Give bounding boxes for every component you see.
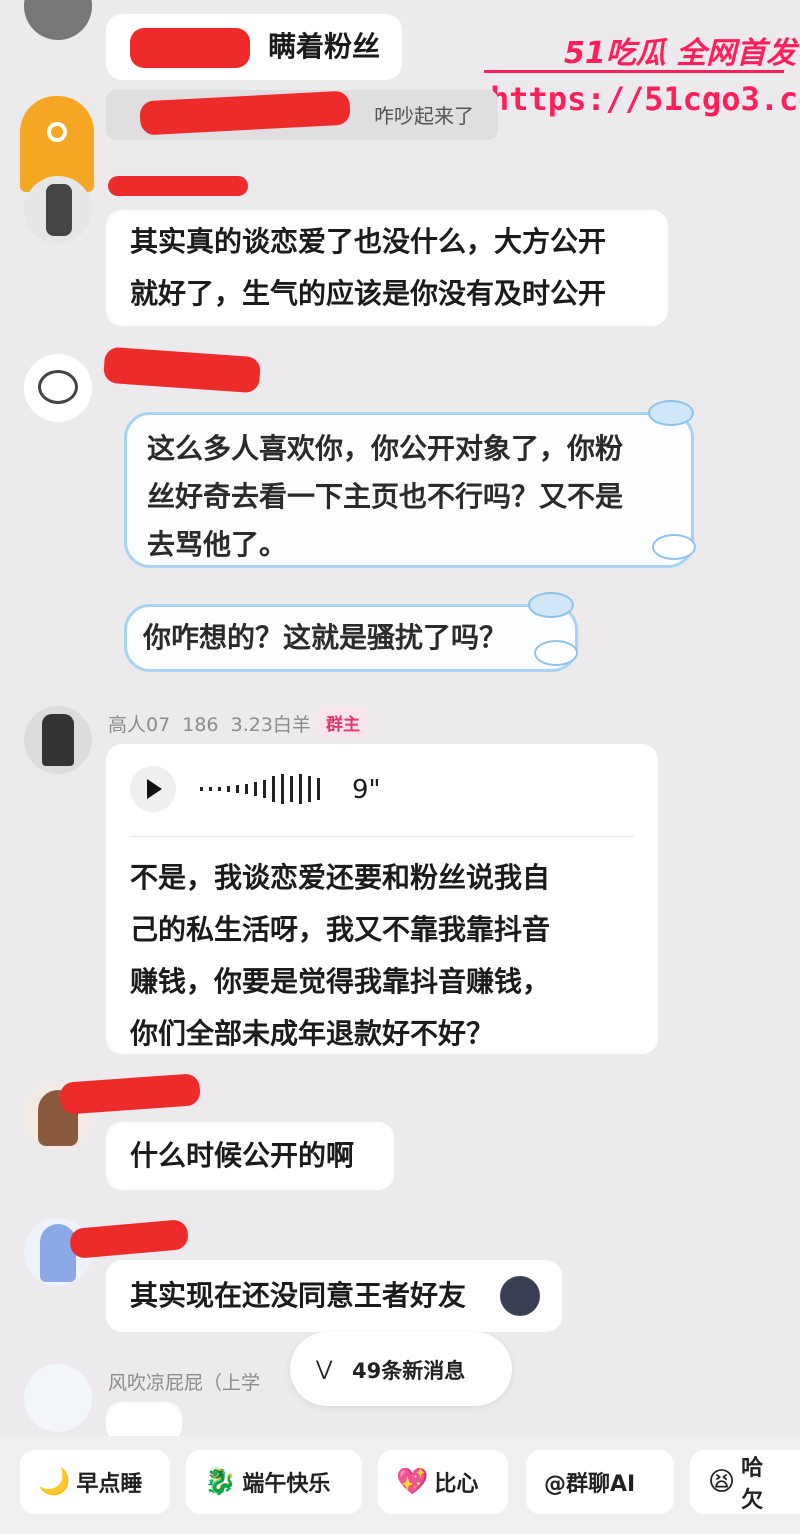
message-bubble[interactable]: 什么时候公开的啊: [106, 1122, 394, 1190]
seal-icon: [534, 640, 578, 666]
quick-reply-chip[interactable]: 😫 哈欠: [690, 1450, 800, 1514]
dragon-icon: 🐉: [204, 1467, 237, 1497]
quick-reply-label: 比心: [434, 1472, 479, 1497]
door-knob-icon: [47, 122, 67, 142]
quick-reply-label: 哈欠: [741, 1456, 764, 1513]
redaction-mark: [108, 176, 248, 196]
emoji-icon: [500, 1276, 540, 1316]
sender-name: 风吹凉屁屁（上学: [108, 1372, 261, 1394]
message-line: 其实真的谈恋爱了也没什么，大方公开: [130, 225, 607, 258]
avatar-figure-icon: [40, 1224, 76, 1282]
yawn-icon: 😫: [708, 1467, 736, 1497]
avatar-figure-icon: [46, 184, 72, 236]
message-bubble[interactable]: 你咋想的？这就是骚扰了吗？: [124, 604, 578, 672]
avatar[interactable]: [24, 176, 92, 244]
play-icon: [147, 779, 162, 799]
message-line: 你咋想的？这就是骚扰了吗？: [143, 621, 508, 654]
message-text: 什么时候公开的啊: [130, 1139, 355, 1172]
watermark-brand: 51吃瓜 全网首发: [564, 36, 797, 71]
redaction-mark: [68, 1218, 190, 1260]
message-line: 丝好奇去看一下主页也不行吗？又不是: [147, 480, 624, 513]
message-bubble[interactable]: 其实真的谈恋爱了也没什么，大方公开 就好了，生气的应该是你没有及时公开: [106, 210, 668, 326]
message-bubble[interactable]: 其实现在还没同意王者好友: [106, 1260, 562, 1332]
chevron-down-icon: ⋁: [316, 1356, 333, 1380]
message-line: 己的私生活呀，我又不靠我靠抖音: [130, 913, 551, 946]
play-button[interactable]: [130, 766, 176, 812]
quick-reply-chip[interactable]: @群聊AI: [526, 1450, 674, 1514]
message-line: 你们全部未成年退款好不好？: [130, 1017, 495, 1050]
avatar[interactable]: [24, 706, 92, 774]
redaction-mark: [59, 1073, 201, 1115]
quick-reply-chip[interactable]: 💖 比心: [378, 1450, 508, 1514]
reply-quote-text: 咋吵起来了: [374, 104, 474, 128]
avatar[interactable]: [24, 1364, 92, 1432]
quick-reply-chip[interactable]: 🐉 端午快乐: [186, 1450, 362, 1514]
watermark-url: https://51cgo3.com: [490, 80, 800, 118]
redaction-mark: [130, 28, 250, 68]
message-line: 赚钱，你要是觉得我靠抖音赚钱，: [130, 965, 551, 998]
voice-duration: 9": [352, 775, 381, 805]
message-line: 这么多人喜欢你，你公开对象了，你粉: [147, 432, 624, 465]
fish-icon: [528, 592, 574, 618]
message-line: 去骂他了。: [147, 528, 288, 561]
owner-badge: 群主: [318, 708, 368, 737]
fish-icon: [648, 400, 694, 426]
message-line: 就好了，生气的应该是你没有及时公开: [130, 277, 607, 310]
message-text: 瞒着粉丝: [267, 30, 380, 63]
quick-reply-label: 端午快乐: [242, 1472, 331, 1497]
bear-face-icon: [38, 370, 78, 404]
heart-hand-icon: 💖: [396, 1467, 429, 1497]
waveform-icon: [200, 774, 320, 804]
message-bubble[interactable]: 这么多人喜欢你，你公开对象了，你粉 丝好奇去看一下主页也不行吗？又不是 去骂他了…: [124, 412, 694, 568]
quick-reply-label: @群聊AI: [544, 1472, 636, 1497]
quick-reply-label: 早点睡: [76, 1472, 143, 1497]
message-line: 不是，我谈恋爱还要和粉丝说我自: [130, 861, 551, 894]
moon-icon: 🌙: [38, 1467, 71, 1497]
avatar[interactable]: [24, 0, 92, 40]
quick-reply-chip[interactable]: 🌙 早点睡: [20, 1450, 170, 1514]
new-messages-button[interactable]: ⋁ 49条新消息: [290, 1332, 512, 1406]
avatar[interactable]: [24, 354, 92, 422]
watermark: 51吃瓜 全网首发 https://51cgo3.com: [484, 14, 800, 124]
new-messages-label: 49条新消息: [352, 1359, 466, 1383]
seal-icon: [652, 534, 696, 560]
watermark-divider: [484, 70, 784, 73]
sender-name: 高人07 186 3.23白羊: [108, 714, 311, 736]
voice-message-bubble[interactable]: 9" 不是，我谈恋爱还要和粉丝说我自 己的私生活呀，我又不靠我靠抖音 赚钱，你要…: [106, 744, 658, 1054]
voice-transcript: 不是，我谈恋爱还要和粉丝说我自 己的私生活呀，我又不靠我靠抖音 赚钱，你要是觉得…: [130, 852, 550, 1060]
divider: [130, 836, 634, 837]
avatar-figure-icon: [42, 714, 74, 766]
redaction-mark: [102, 346, 262, 394]
message-text: 其实现在还没同意王者好友: [130, 1279, 467, 1312]
